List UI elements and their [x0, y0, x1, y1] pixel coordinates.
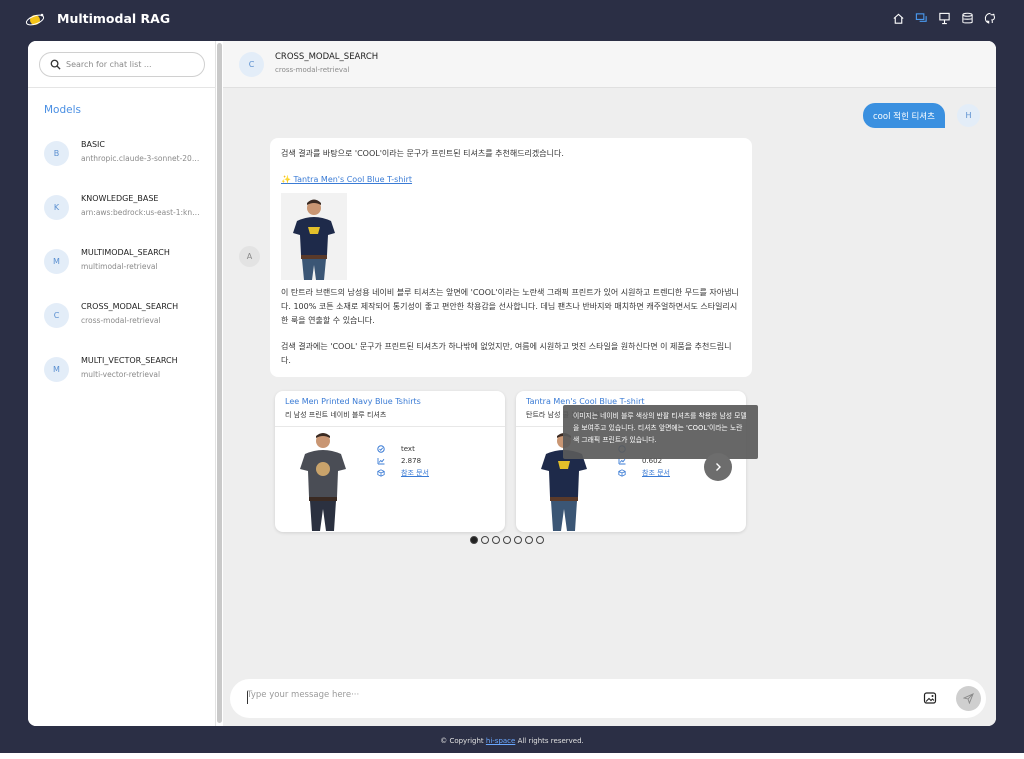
github-icon[interactable]	[983, 11, 998, 26]
carousel-dot[interactable]	[481, 536, 489, 544]
model-avatar: B	[44, 141, 69, 166]
product-image	[300, 433, 346, 531]
model-avatar: M	[44, 249, 69, 274]
carousel-dot[interactable]	[514, 536, 522, 544]
ai-description-text: 이 탄트라 브랜드의 남성용 네이비 블루 티셔츠는 앞면에 'COOL'이라는…	[281, 288, 739, 325]
model-sub: multimodal-retrieval	[81, 262, 158, 271]
chat-search-input[interactable]	[66, 60, 196, 69]
chat-search-box[interactable]	[39, 52, 205, 77]
product-card[interactable]: Lee Men Printed Navy Blue Tshirts 리 남성 프…	[275, 391, 505, 532]
model-sub: cross-modal-retrieval	[81, 316, 161, 325]
carousel-dot[interactable]	[525, 536, 533, 544]
model-avatar: K	[44, 195, 69, 220]
send-button[interactable]	[956, 686, 981, 711]
footer: © Copyright hi-space All rights reserved…	[0, 737, 1024, 745]
footer-prefix: © Copyright	[440, 737, 484, 745]
main-card: Models B BASIC anthropic.claude-3-sonnet…	[28, 41, 996, 726]
model-avatar: C	[44, 303, 69, 328]
carousel-dot[interactable]	[492, 536, 500, 544]
models-title: Models	[44, 104, 81, 116]
reference-doc-link[interactable]: 참조 문서	[401, 468, 429, 478]
cube-icon	[617, 469, 626, 478]
score-icon	[376, 457, 385, 466]
product-score: 2.878	[401, 457, 422, 465]
search-icon	[50, 59, 61, 70]
chevron-right-icon	[716, 463, 721, 471]
model-sub: anthropic.claude-3-sonnet-20240229-v1:0	[81, 154, 201, 163]
product-divider	[275, 426, 505, 427]
sidebar-scrollbar[interactable]	[217, 43, 222, 723]
image-upload-icon[interactable]	[923, 691, 937, 705]
message-input-bar	[230, 679, 986, 718]
model-item-basic[interactable]: B BASIC anthropic.claude-3-sonnet-202402…	[28, 137, 216, 191]
product-link[interactable]: ✨ Tantra Men's Cool Blue T-shirt	[281, 173, 741, 187]
model-name: KNOWLEDGE_BASE	[81, 194, 159, 203]
carousel-dot[interactable]	[503, 536, 511, 544]
footer-suffix: All rights reserved.	[517, 737, 584, 745]
reference-doc-link[interactable]: 참조 문서	[642, 468, 670, 478]
chat-header-avatar: C	[239, 52, 264, 77]
product-meta: text 2.878 참조 문서	[376, 443, 429, 479]
send-icon	[963, 693, 974, 704]
ai-avatar: A	[239, 246, 260, 267]
model-name: MULTI_VECTOR_SEARCH	[81, 356, 178, 365]
product-type: text	[401, 445, 415, 453]
model-list: B BASIC anthropic.claude-3-sonnet-202402…	[28, 137, 216, 407]
top-bar: Multimodal RAG	[0, 0, 1024, 40]
chat-header-sub: cross-modal-retrieval	[275, 66, 350, 74]
app-title: Multimodal RAG	[57, 11, 171, 26]
cube-icon	[376, 469, 385, 478]
model-item-multi-vector-search[interactable]: M MULTI_VECTOR_SEARCH multi-vector-retri…	[28, 353, 216, 407]
model-avatar: M	[44, 357, 69, 382]
user-avatar: H	[957, 104, 980, 127]
ai-closing-text: 검색 결과에는 'COOL' 문구가 프린트된 티셔츠가 하나밖에 없었지만, …	[281, 342, 732, 365]
model-name: CROSS_MODAL_SEARCH	[81, 302, 179, 311]
product-image	[281, 193, 347, 280]
bottom-strip	[0, 753, 1024, 759]
model-name: MULTIMODAL_SEARCH	[81, 248, 170, 257]
product-subtitle: 리 남성 프린트 네이비 블루 티셔츠	[285, 411, 387, 419]
message-input[interactable]	[247, 690, 847, 700]
user-message: cool 적힌 티셔츠	[863, 103, 945, 128]
chat-header: C CROSS_MODAL_SEARCH cross-modal-retriev…	[223, 41, 996, 88]
database-icon[interactable]	[960, 11, 975, 26]
model-item-multimodal-search[interactable]: M MULTIMODAL_SEARCH multimodal-retrieval	[28, 245, 216, 299]
sidebar-divider	[28, 87, 216, 88]
image-description-tooltip: 이미지는 네이비 블루 색상의 반팔 티셔츠를 착용한 남성 모델을 보여주고 …	[563, 405, 758, 459]
chat-panel: C CROSS_MODAL_SEARCH cross-modal-retriev…	[223, 41, 996, 726]
carousel-dot[interactable]	[470, 536, 478, 544]
footer-link[interactable]: hi-space	[486, 737, 515, 745]
product-title[interactable]: Lee Men Printed Navy Blue Tshirts	[285, 397, 421, 406]
ai-message: 검색 결과를 바탕으로 'COOL'이라는 문구가 프린트된 티셔츠를 추천해드…	[270, 138, 752, 377]
logo-icon	[25, 13, 45, 26]
model-item-knowledge-base[interactable]: K KNOWLEDGE_BASE arn:aws:bedrock:us-east…	[28, 191, 216, 245]
carousel-pagination	[470, 536, 544, 544]
model-sub: arn:aws:bedrock:us-east-1:knowledge-base	[81, 208, 201, 217]
sidebar: Models B BASIC anthropic.claude-3-sonnet…	[28, 41, 216, 726]
carousel-next-button[interactable]	[704, 453, 732, 481]
model-name: BASIC	[81, 140, 105, 149]
chat-header-name: CROSS_MODAL_SEARCH	[275, 52, 379, 62]
presentation-icon[interactable]	[937, 11, 952, 26]
model-sub: multi-vector-retrieval	[81, 370, 161, 379]
ai-intro-text: 검색 결과를 바탕으로 'COOL'이라는 문구가 프린트된 티셔츠를 추천해드…	[281, 149, 564, 158]
carousel-dot[interactable]	[536, 536, 544, 544]
model-item-cross-modal-search[interactable]: C CROSS_MODAL_SEARCH cross-modal-retriev…	[28, 299, 216, 353]
home-icon[interactable]	[891, 11, 906, 26]
type-icon	[376, 445, 385, 454]
chat-icon[interactable]	[914, 11, 929, 26]
